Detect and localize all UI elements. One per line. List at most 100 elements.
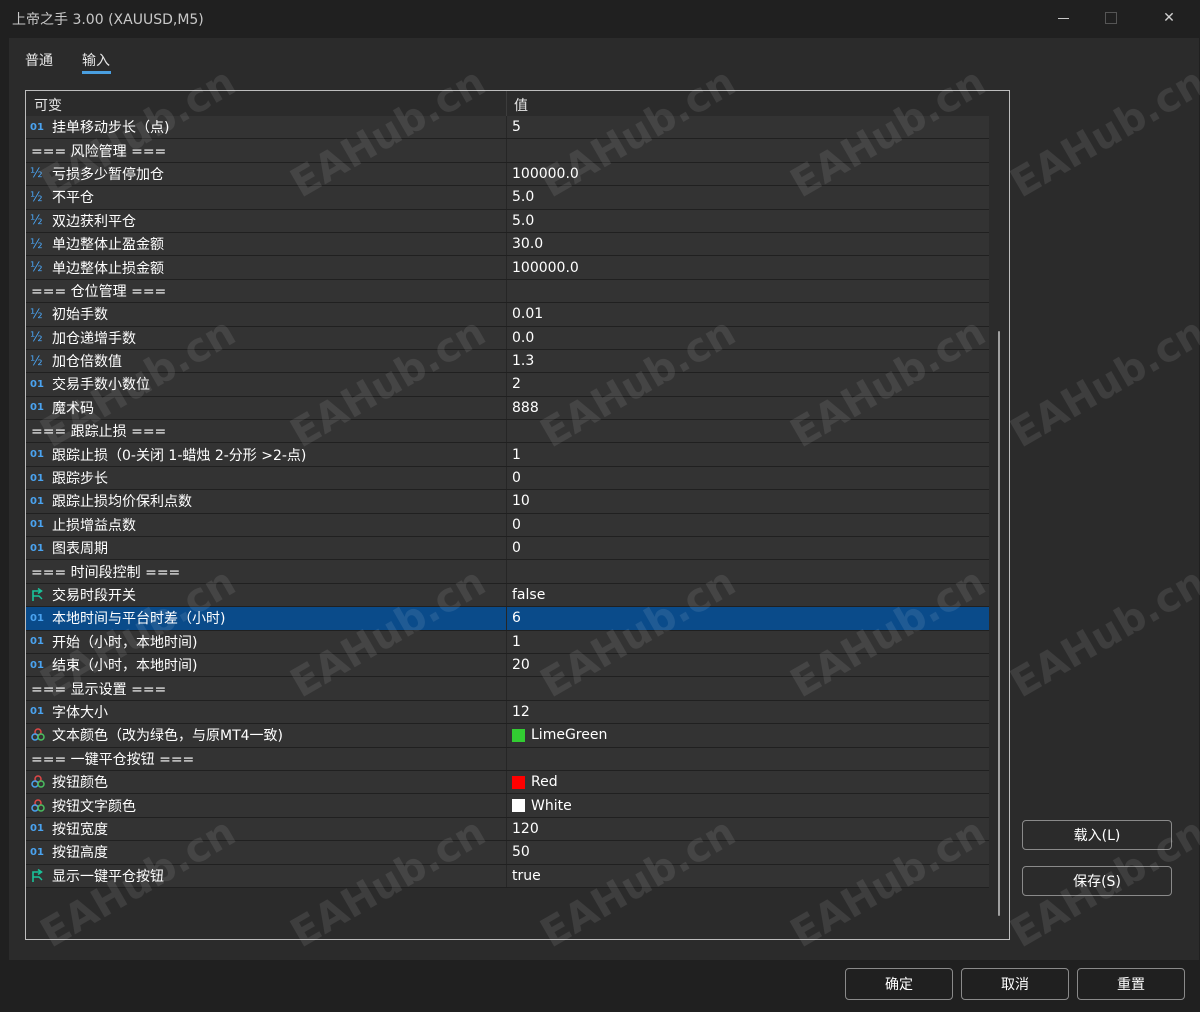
- column-divider[interactable]: [506, 91, 507, 116]
- value-cell[interactable]: 5.0: [507, 186, 989, 208]
- value-cell[interactable]: 1: [507, 631, 989, 653]
- value-cell[interactable]: [507, 748, 989, 770]
- parameter-row[interactable]: 01 止损增益点数 0: [26, 513, 989, 538]
- value-cell[interactable]: 1.3: [507, 350, 989, 372]
- name-cell[interactable]: === 一键平仓按钮 ===: [26, 747, 507, 770]
- parameter-value[interactable]: 0: [512, 470, 521, 486]
- parameter-value[interactable]: 100000.0: [512, 260, 579, 276]
- value-cell[interactable]: false: [507, 584, 989, 606]
- close-button[interactable]: ✕: [1146, 0, 1192, 36]
- value-cell[interactable]: 20: [507, 654, 989, 676]
- name-cell[interactable]: 01 按钮宽度: [26, 817, 507, 841]
- value-cell[interactable]: 0.0: [507, 327, 989, 349]
- name-cell[interactable]: === 跟踪止损 ===: [26, 420, 507, 443]
- name-cell[interactable]: 01 交易手数小数位: [26, 373, 507, 396]
- group-separator-row[interactable]: === 一键平仓按钮 ===: [26, 747, 989, 771]
- parameter-value[interactable]: 30.0: [512, 236, 543, 252]
- tab-general[interactable]: 普通: [25, 50, 53, 70]
- parameter-value[interactable]: 1: [512, 447, 521, 463]
- parameter-row[interactable]: 01 字体大小 12: [26, 700, 989, 725]
- parameter-row[interactable]: 01 按钮宽度 120: [26, 817, 989, 842]
- value-cell[interactable]: [507, 560, 989, 582]
- parameter-row[interactable]: 01 按钮高度 50: [26, 841, 989, 865]
- value-cell[interactable]: Red: [507, 771, 989, 793]
- name-cell[interactable]: ½ 不平仓: [26, 186, 507, 209]
- name-cell[interactable]: 01 图表周期: [26, 537, 507, 560]
- vertical-scrollbar[interactable]: [990, 91, 1008, 939]
- parameter-row[interactable]: ½ 加仓倍数值 1.3: [26, 349, 989, 374]
- value-cell[interactable]: 888: [507, 397, 989, 419]
- parameter-value[interactable]: true: [512, 868, 541, 884]
- parameter-value[interactable]: 888: [512, 400, 539, 416]
- name-cell[interactable]: 01 按钮高度: [26, 841, 507, 864]
- parameter-row[interactable]: ½ 初始手数 0.01: [26, 303, 989, 327]
- parameter-value[interactable]: 5.0: [512, 189, 534, 205]
- parameter-value[interactable]: 0.01: [512, 306, 543, 322]
- parameter-value[interactable]: 0.0: [512, 330, 534, 346]
- parameter-row[interactable]: ½ 双边获利平仓 5.0: [26, 209, 989, 233]
- value-cell[interactable]: 0: [507, 514, 989, 536]
- ok-button[interactable]: 确定: [845, 968, 953, 1000]
- name-cell[interactable]: 文本颜色（改为绿色，与原MT4一致): [26, 724, 507, 747]
- parameter-value[interactable]: LimeGreen: [531, 727, 607, 743]
- value-cell[interactable]: 10: [507, 490, 989, 512]
- parameter-row[interactable]: 01 魔术码 888: [26, 396, 989, 421]
- parameter-value[interactable]: 120: [512, 821, 539, 837]
- value-cell[interactable]: 0: [507, 537, 989, 559]
- name-cell[interactable]: ½ 单边整体止盈金额: [26, 232, 507, 256]
- parameter-row[interactable]: 01 结束（小时，本地时间) 20: [26, 653, 989, 678]
- parameter-value[interactable]: 6: [512, 610, 521, 626]
- parameter-value[interactable]: White: [531, 798, 572, 814]
- maximize-button[interactable]: [1088, 0, 1134, 36]
- parameter-value[interactable]: 0: [512, 540, 521, 556]
- name-cell[interactable]: ½ 亏损多少暂停加仓: [26, 162, 507, 186]
- name-cell[interactable]: === 时间段控制 ===: [26, 560, 507, 583]
- name-cell[interactable]: === 仓位管理 ===: [26, 279, 507, 303]
- name-cell[interactable]: 01 本地时间与平台时差（小时): [26, 607, 507, 630]
- value-cell[interactable]: [507, 280, 989, 302]
- parameter-row[interactable]: 01 跟踪步长 0: [26, 466, 989, 491]
- column-header-name[interactable]: 可变: [34, 95, 62, 115]
- name-cell[interactable]: ½ 加仓递增手数: [26, 326, 507, 349]
- name-cell[interactable]: 01 跟踪止损均价保利点数: [26, 490, 507, 513]
- parameter-value[interactable]: 10: [512, 493, 530, 509]
- save-button[interactable]: 保存(S): [1022, 866, 1172, 896]
- parameter-row[interactable]: 01 开始（小时，本地时间) 1: [26, 630, 989, 654]
- value-cell[interactable]: 120: [507, 818, 989, 840]
- parameter-value[interactable]: Red: [531, 774, 558, 790]
- parameter-row[interactable]: 01 跟踪止损（0-关闭 1-蜡烛 2-分形 >2-点) 1: [26, 443, 989, 467]
- value-cell[interactable]: 5: [507, 116, 989, 138]
- group-separator-row[interactable]: === 显示设置 ===: [26, 677, 989, 701]
- name-cell[interactable]: 01 结束（小时，本地时间): [26, 653, 507, 677]
- cancel-button[interactable]: 取消: [961, 968, 1069, 1000]
- color-swatch[interactable]: [512, 775, 525, 789]
- parameter-value[interactable]: 5: [512, 119, 521, 135]
- parameter-row[interactable]: 01 挂单移动步长（点) 5: [26, 116, 989, 140]
- parameter-value[interactable]: 50: [512, 844, 530, 860]
- color-swatch[interactable]: [512, 799, 525, 813]
- name-cell[interactable]: 显示一键平仓按钮: [26, 864, 507, 887]
- parameter-row[interactable]: ½ 亏损多少暂停加仓 100000.0: [26, 162, 989, 187]
- name-cell[interactable]: 01 止损增益点数: [26, 513, 507, 537]
- group-separator-row[interactable]: === 仓位管理 ===: [26, 279, 989, 304]
- value-cell[interactable]: 0.01: [507, 303, 989, 325]
- value-cell[interactable]: 100000.0: [507, 163, 989, 185]
- parameter-row[interactable]: 01 图表周期 0: [26, 537, 989, 561]
- value-cell[interactable]: White: [507, 794, 989, 816]
- parameter-row[interactable]: 01 本地时间与平台时差（小时) 6: [26, 607, 989, 631]
- name-cell[interactable]: 01 跟踪止损（0-关闭 1-蜡烛 2-分形 >2-点): [26, 443, 507, 466]
- value-cell[interactable]: [507, 420, 989, 442]
- name-cell[interactable]: 01 开始（小时，本地时间): [26, 630, 507, 653]
- parameter-value[interactable]: 20: [512, 657, 530, 673]
- tab-inputs[interactable]: 输入: [82, 50, 110, 70]
- parameter-row[interactable]: 按钮文字颜色 White: [26, 794, 989, 818]
- parameter-row[interactable]: ½ 不平仓 5.0: [26, 186, 989, 210]
- parameter-value[interactable]: 100000.0: [512, 166, 579, 182]
- value-cell[interactable]: LimeGreen: [507, 724, 989, 746]
- parameter-row[interactable]: 显示一键平仓按钮 true: [26, 864, 989, 888]
- parameter-value[interactable]: 1: [512, 634, 521, 650]
- name-cell[interactable]: ½ 单边整体止损金额: [26, 256, 507, 279]
- parameter-row[interactable]: ½ 单边整体止盈金额 30.0: [26, 232, 989, 257]
- column-header-value[interactable]: 值: [514, 95, 528, 115]
- parameter-row[interactable]: 文本颜色（改为绿色，与原MT4一致) LimeGreen: [26, 724, 989, 748]
